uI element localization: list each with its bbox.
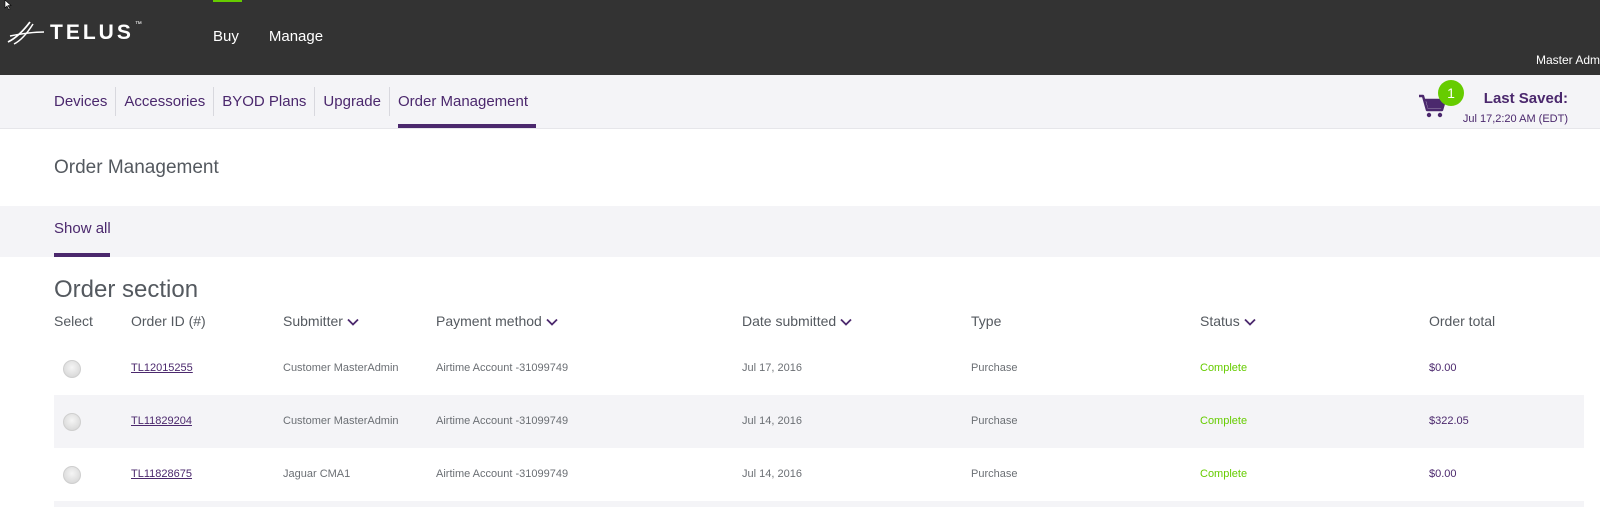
status-cell: Complete <box>1200 468 1248 480</box>
table-row-partial <box>54 501 1584 507</box>
last-saved-time: Jul 17,2:20 AM (EDT) <box>1462 113 1568 125</box>
status-cell: Complete <box>1200 415 1248 427</box>
chevron-down-icon <box>347 319 359 327</box>
column-select: Select <box>54 313 93 329</box>
total-cell: $0.00 <box>1429 468 1457 480</box>
total-cell: $0.00 <box>1429 362 1457 374</box>
payment-cell: Airtime Account -31099749 <box>436 468 569 480</box>
subnav-accessories[interactable]: Accessories <box>115 87 213 116</box>
total-cell: $322.05 <box>1429 415 1469 427</box>
order-id-link[interactable]: TL11828675 <box>131 468 192 480</box>
submitter-cell: Customer MasterAdmin <box>283 415 399 427</box>
column-type: Type <box>971 313 1002 329</box>
column-status-label: Status <box>1200 313 1240 329</box>
column-order-total: Order total <box>1429 313 1496 329</box>
logo-trademark: ™ <box>134 20 142 28</box>
last-saved-title: Last Saved: <box>1483 90 1568 107</box>
type-cell: Purchase <box>971 415 1018 427</box>
filter-bar: Show all <box>0 206 1600 257</box>
last-saved-info: Last Saved: Jul 17,2:20 AM (EDT) <box>1463 90 1568 125</box>
column-order-id: Order ID (#) <box>131 313 206 329</box>
column-status[interactable]: Status <box>1200 313 1256 329</box>
date-cell: Jul 14, 2016 <box>742 415 802 427</box>
section-title: Order section <box>54 276 199 303</box>
subnav-byod-plans[interactable]: BYOD Plans <box>213 87 314 116</box>
column-date-label: Date submitted <box>742 313 837 329</box>
topnav-manage[interactable]: Manage <box>269 0 323 75</box>
order-id-link[interactable]: TL12015255 <box>131 362 193 374</box>
order-id-link[interactable]: TL11829204 <box>131 415 192 427</box>
chevron-down-icon <box>840 319 852 327</box>
table-header: Select Order ID (#) Submitter Payment me… <box>54 313 1584 337</box>
payment-cell: Airtime Account -31099749 <box>436 415 569 427</box>
mouse-cursor-icon <box>4 0 12 10</box>
column-payment-method[interactable]: Payment method <box>436 313 558 329</box>
topnav-buy[interactable]: Buy <box>213 0 242 75</box>
top-bar: TELUS ™ Buy Manage Master Adm <box>0 0 1600 75</box>
show-all-tab[interactable]: Show all <box>54 206 111 257</box>
logo-wordmark: TELUS <box>50 20 134 44</box>
subnav-devices[interactable]: Devices <box>54 75 115 128</box>
telus-logo-mark-icon <box>7 21 45 45</box>
table-row: TL12015255 Customer MasterAdmin Airtime … <box>54 342 1584 395</box>
row-select-radio[interactable] <box>63 360 81 378</box>
chevron-down-icon <box>1244 319 1256 327</box>
chevron-down-icon <box>546 319 558 327</box>
cart-count-badge[interactable]: 1 <box>1438 80 1464 106</box>
column-payment-label: Payment method <box>436 313 542 329</box>
row-select-radio[interactable] <box>63 466 81 484</box>
column-date-submitted[interactable]: Date submitted <box>742 313 852 329</box>
table-row: TL11829204 Customer MasterAdmin Airtime … <box>54 395 1584 448</box>
sub-navigation: Devices Accessories BYOD Plans Upgrade O… <box>0 75 1600 129</box>
top-navigation: Buy Manage <box>213 0 353 75</box>
telus-logo[interactable]: TELUS ™ <box>6 18 142 46</box>
type-cell: Purchase <box>971 468 1018 480</box>
submitter-cell: Customer MasterAdmin <box>283 362 399 374</box>
subnav-upgrade[interactable]: Upgrade <box>314 87 389 116</box>
submitter-cell: Jaguar CMA1 <box>283 468 351 480</box>
orders-table: TL12015255 Customer MasterAdmin Airtime … <box>54 342 1584 501</box>
user-role-label[interactable]: Master Adm <box>1536 53 1600 67</box>
date-cell: Jul 14, 2016 <box>742 468 802 480</box>
row-select-radio[interactable] <box>63 413 81 431</box>
page-title: Order Management <box>54 157 219 178</box>
column-submitter[interactable]: Submitter <box>283 313 359 329</box>
date-cell: Jul 17, 2016 <box>742 362 802 374</box>
table-row: TL11828675 Jaguar CMA1 Airtime Account -… <box>54 448 1584 501</box>
status-cell: Complete <box>1200 362 1248 374</box>
payment-cell: Airtime Account -31099749 <box>436 362 569 374</box>
column-submitter-label: Submitter <box>283 313 343 329</box>
subnav-order-management[interactable]: Order Management <box>388 87 537 128</box>
type-cell: Purchase <box>971 362 1018 374</box>
